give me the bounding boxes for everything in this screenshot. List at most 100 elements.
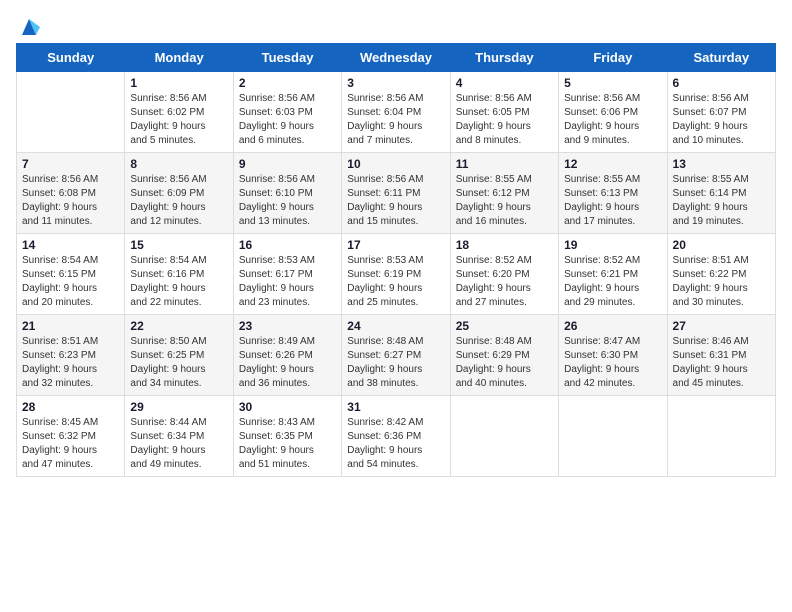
calendar-table: SundayMondayTuesdayWednesdayThursdayFrid… — [16, 43, 776, 477]
day-number: 10 — [347, 157, 444, 171]
day-number: 20 — [673, 238, 770, 252]
day-number: 27 — [673, 319, 770, 333]
week-row-4: 28 Sunrise: 8:45 AM Sunset: 6:32 PM Dayli… — [17, 396, 776, 477]
calendar-cell: 23Sunrise: 8:49 AM Sunset: 6:26 PM Dayli… — [233, 315, 341, 396]
header-monday: Monday — [125, 44, 233, 72]
day-number: 22 — [130, 319, 227, 333]
day-info: Sunrise: 8:42 AM Sunset: 6:36 PM Dayligh… — [347, 416, 444, 472]
calendar-cell: 22 Sunrise: 8:50 AM Sunset: 6:25 PM Dayli… — [125, 315, 233, 396]
calendar-cell: 26 Sunrise: 8:47 AM Sunset: 6:30 PM Dayli… — [559, 315, 667, 396]
day-number: 17 — [347, 238, 444, 252]
calendar-cell: 27 Sunrise: 8:46 AM Sunset: 6:31 PM Dayli… — [667, 315, 775, 396]
day-info: Sunrise: 8:53 AM Sunset: 6:19 PM Dayligh… — [347, 254, 444, 310]
header-wednesday: Wednesday — [342, 44, 450, 72]
day-number: 13 — [673, 157, 770, 171]
day-number: 6 — [673, 76, 770, 90]
calendar-cell: 17 Sunrise: 8:53 AM Sunset: 6:19 PM Dayli… — [342, 234, 450, 315]
day-info: Sunrise: 8:54 AM Sunset: 6:15 PM Dayligh… — [22, 254, 119, 310]
day-info: Sunrise: 8:56 AM Sunset: 6:06 PM Dayligh… — [564, 92, 661, 148]
day-info: Sunrise: 8:48 AM Sunset: 6:29 PM Dayligh… — [456, 335, 553, 391]
header-sunday: Sunday — [17, 44, 125, 72]
day-info: Sunrise: 8:43 AM Sunset: 6:35 PM Dayligh… — [239, 416, 336, 472]
day-number: 12 — [564, 157, 661, 171]
day-number: 26 — [564, 319, 661, 333]
day-info: Sunrise: 8:51 AM Sunset: 6:22 PM Dayligh… — [673, 254, 770, 310]
day-number: 4 — [456, 76, 553, 90]
day-info: Sunrise: 8:52 AM Sunset: 6:20 PM Dayligh… — [456, 254, 553, 310]
calendar-cell: 24 Sunrise: 8:48 AM Sunset: 6:27 PM Dayli… — [342, 315, 450, 396]
day-number: 31 — [347, 400, 444, 414]
week-row-1: 7 Sunrise: 8:56 AM Sunset: 6:08 PM Daylig… — [17, 153, 776, 234]
week-row-0: 1 Sunrise: 8:56 AM Sunset: 6:02 PM Daylig… — [17, 72, 776, 153]
day-info: Sunrise: 8:56 AM Sunset: 6:11 PM Dayligh… — [347, 173, 444, 229]
calendar-cell — [450, 396, 558, 477]
day-info: Sunrise: 8:56 AM Sunset: 6:08 PM Dayligh… — [22, 173, 119, 229]
day-number: 28 — [22, 400, 119, 414]
week-row-3: 21 Sunrise: 8:51 AM Sunset: 6:23 PM Dayli… — [17, 315, 776, 396]
day-info: Sunrise: 8:48 AM Sunset: 6:27 PM Dayligh… — [347, 335, 444, 391]
header-thursday: Thursday — [450, 44, 558, 72]
day-info: Sunrise: 8:55 AM Sunset: 6:13 PM Dayligh… — [564, 173, 661, 229]
day-info: Sunrise: 8:56 AM Sunset: 6:10 PM Dayligh… — [239, 173, 336, 229]
day-number: 1 — [130, 76, 227, 90]
logo-icon — [18, 17, 40, 35]
calendar-cell: 25Sunrise: 8:48 AM Sunset: 6:29 PM Dayli… — [450, 315, 558, 396]
day-info: Sunrise: 8:46 AM Sunset: 6:31 PM Dayligh… — [673, 335, 770, 391]
calendar-cell: 28 Sunrise: 8:45 AM Sunset: 6:32 PM Dayli… — [17, 396, 125, 477]
day-number: 19 — [564, 238, 661, 252]
header-friday: Friday — [559, 44, 667, 72]
day-number: 11 — [456, 157, 553, 171]
calendar-cell: 3Sunrise: 8:56 AM Sunset: 6:04 PM Daylig… — [342, 72, 450, 153]
day-info: Sunrise: 8:49 AM Sunset: 6:26 PM Dayligh… — [239, 335, 336, 391]
calendar-cell: 1 Sunrise: 8:56 AM Sunset: 6:02 PM Daylig… — [125, 72, 233, 153]
calendar-cell: 10 Sunrise: 8:56 AM Sunset: 6:11 PM Dayli… — [342, 153, 450, 234]
day-number: 8 — [130, 157, 227, 171]
page-header — [16, 16, 776, 35]
day-info: Sunrise: 8:52 AM Sunset: 6:21 PM Dayligh… — [564, 254, 661, 310]
day-info: Sunrise: 8:47 AM Sunset: 6:30 PM Dayligh… — [564, 335, 661, 391]
day-info: Sunrise: 8:56 AM Sunset: 6:09 PM Dayligh… — [130, 173, 227, 229]
day-info: Sunrise: 8:56 AM Sunset: 6:04 PM Dayligh… — [347, 92, 444, 148]
header-row: SundayMondayTuesdayWednesdayThursdayFrid… — [17, 44, 776, 72]
day-number: 21 — [22, 319, 119, 333]
calendar-cell: 14 Sunrise: 8:54 AM Sunset: 6:15 PM Dayli… — [17, 234, 125, 315]
day-number: 7 — [22, 157, 119, 171]
day-number: 29 — [130, 400, 227, 414]
header-tuesday: Tuesday — [233, 44, 341, 72]
calendar-cell: 30 Sunrise: 8:43 AM Sunset: 6:35 PM Dayli… — [233, 396, 341, 477]
day-info: Sunrise: 8:54 AM Sunset: 6:16 PM Dayligh… — [130, 254, 227, 310]
day-info: Sunrise: 8:45 AM Sunset: 6:32 PM Dayligh… — [22, 416, 119, 472]
day-number: 9 — [239, 157, 336, 171]
week-row-2: 14 Sunrise: 8:54 AM Sunset: 6:15 PM Dayli… — [17, 234, 776, 315]
calendar-cell: 5 Sunrise: 8:56 AM Sunset: 6:06 PM Daylig… — [559, 72, 667, 153]
day-info: Sunrise: 8:51 AM Sunset: 6:23 PM Dayligh… — [22, 335, 119, 391]
calendar-cell: 20 Sunrise: 8:51 AM Sunset: 6:22 PM Dayli… — [667, 234, 775, 315]
day-info: Sunrise: 8:56 AM Sunset: 6:02 PM Dayligh… — [130, 92, 227, 148]
day-info: Sunrise: 8:56 AM Sunset: 6:03 PM Dayligh… — [239, 92, 336, 148]
day-number: 18 — [456, 238, 553, 252]
calendar-cell: 31 Sunrise: 8:42 AM Sunset: 6:36 PM Dayli… — [342, 396, 450, 477]
header-saturday: Saturday — [667, 44, 775, 72]
day-info: Sunrise: 8:50 AM Sunset: 6:25 PM Dayligh… — [130, 335, 227, 391]
day-info: Sunrise: 8:44 AM Sunset: 6:34 PM Dayligh… — [130, 416, 227, 472]
calendar-cell: 13Sunrise: 8:55 AM Sunset: 6:14 PM Dayli… — [667, 153, 775, 234]
day-number: 14 — [22, 238, 119, 252]
day-number: 24 — [347, 319, 444, 333]
day-info: Sunrise: 8:55 AM Sunset: 6:12 PM Dayligh… — [456, 173, 553, 229]
day-info: Sunrise: 8:56 AM Sunset: 6:05 PM Dayligh… — [456, 92, 553, 148]
day-number: 30 — [239, 400, 336, 414]
day-number: 15 — [130, 238, 227, 252]
calendar-cell — [559, 396, 667, 477]
calendar-cell: 4 Sunrise: 8:56 AM Sunset: 6:05 PM Daylig… — [450, 72, 558, 153]
logo — [16, 16, 40, 35]
calendar-cell — [667, 396, 775, 477]
calendar-cell: 15 Sunrise: 8:54 AM Sunset: 6:16 PM Dayli… — [125, 234, 233, 315]
calendar-cell: 11 Sunrise: 8:55 AM Sunset: 6:12 PM Dayli… — [450, 153, 558, 234]
calendar-cell: 9 Sunrise: 8:56 AM Sunset: 6:10 PM Daylig… — [233, 153, 341, 234]
calendar-cell: 7 Sunrise: 8:56 AM Sunset: 6:08 PM Daylig… — [17, 153, 125, 234]
day-number: 5 — [564, 76, 661, 90]
day-info: Sunrise: 8:53 AM Sunset: 6:17 PM Dayligh… — [239, 254, 336, 310]
day-info: Sunrise: 8:56 AM Sunset: 6:07 PM Dayligh… — [673, 92, 770, 148]
calendar-cell: 19 Sunrise: 8:52 AM Sunset: 6:21 PM Dayli… — [559, 234, 667, 315]
calendar-cell: 2Sunrise: 8:56 AM Sunset: 6:03 PM Daylig… — [233, 72, 341, 153]
